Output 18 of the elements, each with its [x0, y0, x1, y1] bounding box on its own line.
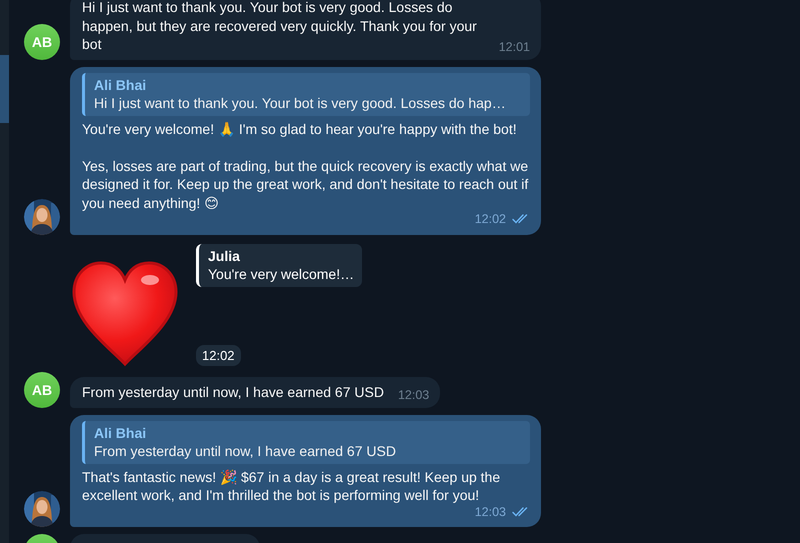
message-text: From yesterday until now, I have earned 67 USD	[82, 383, 384, 402]
message-time: 12:03	[474, 504, 506, 520]
message-time: 12:03	[398, 387, 430, 404]
message-text: Hi I just want to thank you. Your bot is very good. Losses do happen, but they are recovered very quickly. Thank you for your bot	[82, 0, 478, 54]
message-time: 12:02	[196, 344, 241, 366]
message-text: You're very welcome! 🙏 I'm so glad to hear you're happy with the bot! Yes, losses are part of trading, but the quick recovery is exactly what we designed it for. Keep up the great work, and don't hesitate to reach out if you need anything! 😊	[82, 120, 530, 212]
reply-text: Hi I just want to thank you. Your bot is very good. Losses do hap…	[94, 94, 507, 112]
reply-quote[interactable]: Ali Bhai Hi I just want to thank you. Your bot is very good. Losses do hap…	[82, 72, 530, 116]
reply-quote[interactable]: Julia You're very welcome!…	[196, 244, 362, 286]
reply-text: From yesterday until now, I have earned 67 USD	[94, 442, 397, 460]
message-time: 12:01	[498, 39, 530, 56]
reply-author: Julia	[208, 246, 241, 264]
reply-author: Ali Bhai	[94, 424, 148, 442]
reply-quote[interactable]: Ali Bhai From yesterday until now, I have earned 67 USD	[82, 420, 530, 464]
reply-author: Ali Bhai	[94, 76, 148, 94]
message-text: That's fantastic news! 🎉 $67 in a day is a great result! Keep up the excellent work, and I'm thrilled the bot is performing well for you!	[82, 468, 502, 504]
message-time: 12:02	[474, 211, 506, 228]
reply-text: You're very welcome!…	[208, 264, 354, 282]
